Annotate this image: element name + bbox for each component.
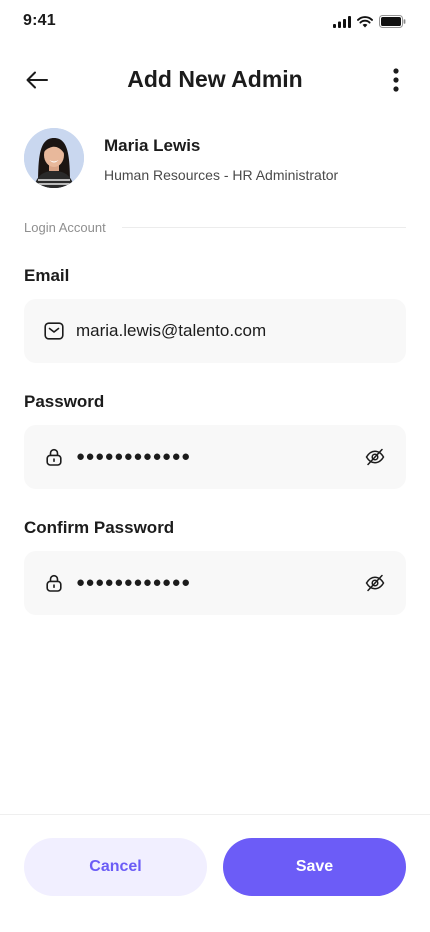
lock-icon bbox=[44, 447, 64, 467]
email-label: Email bbox=[24, 266, 70, 285]
more-options-button[interactable] bbox=[384, 66, 408, 94]
eye-off-icon[interactable] bbox=[364, 446, 386, 468]
section-label: Login Account bbox=[24, 219, 106, 235]
password-value[interactable]: ●●●●●●●●●●●● bbox=[76, 425, 191, 489]
email-field[interactable]: maria.lewis@talento.com bbox=[24, 299, 406, 363]
status-icons bbox=[333, 15, 406, 28]
more-vertical-icon bbox=[393, 68, 399, 92]
profile-role: Human Resources - HR Administrator bbox=[104, 167, 339, 183]
status-time: 9:41 bbox=[23, 12, 56, 29]
page-title: Add New Admin bbox=[127, 66, 303, 92]
admin-profile: Maria Lewis Human Resources - HR Adminis… bbox=[24, 128, 406, 188]
section-divider: Login Account bbox=[24, 218, 406, 236]
divider-line bbox=[121, 226, 406, 228]
signal-icon bbox=[333, 15, 351, 28]
eye-off-icon[interactable] bbox=[364, 572, 386, 594]
battery-icon bbox=[379, 15, 406, 28]
password-label: Password bbox=[24, 392, 105, 411]
footer-divider bbox=[0, 814, 430, 815]
avatar-image bbox=[24, 128, 84, 188]
mail-icon bbox=[44, 321, 64, 341]
status-bar: 9:41 bbox=[0, 0, 430, 44]
password-field[interactable]: ●●●●●●●●●●●● bbox=[24, 425, 406, 489]
save-button[interactable]: Save bbox=[223, 838, 406, 896]
profile-name: Maria Lewis bbox=[104, 136, 201, 155]
wifi-icon bbox=[357, 15, 373, 27]
email-value[interactable]: maria.lewis@talento.com bbox=[76, 299, 266, 363]
lock-icon bbox=[44, 573, 64, 593]
avatar bbox=[24, 128, 84, 188]
cancel-button[interactable]: Cancel bbox=[24, 838, 207, 896]
confirm-password-label: Confirm Password bbox=[24, 518, 175, 537]
confirm-password-field[interactable]: ●●●●●●●●●●●● bbox=[24, 551, 406, 615]
header: Add New Admin bbox=[0, 56, 430, 104]
confirm-password-value[interactable]: ●●●●●●●●●●●● bbox=[76, 551, 191, 615]
